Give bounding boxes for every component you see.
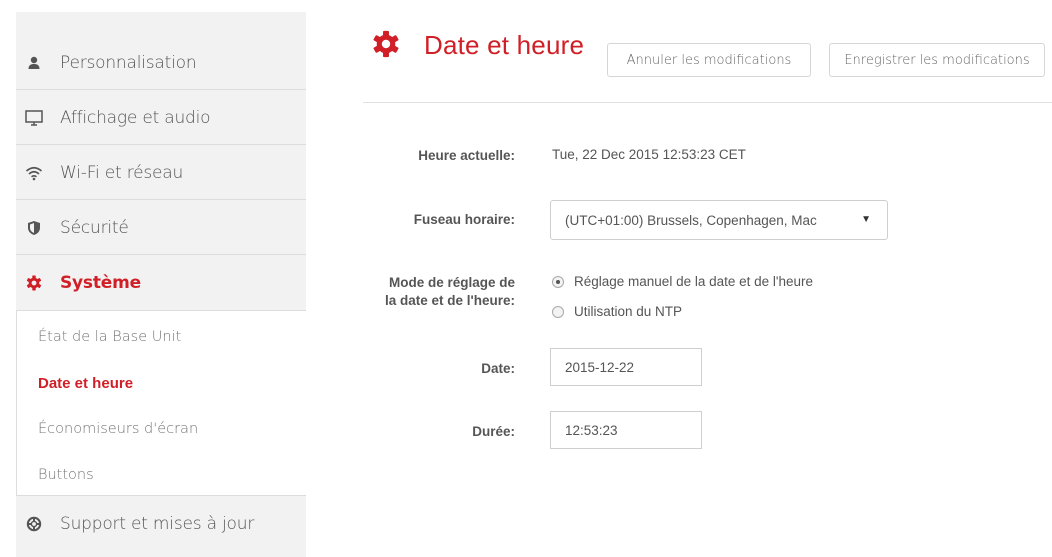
current-time-label: Heure actuelle: [418,148,515,163]
sidebar-item-label: Affichage et audio [60,107,211,128]
gear-icon [372,30,400,58]
header-divider [363,102,1052,103]
lifebuoy-icon [22,516,46,532]
sidebar-item-systeme[interactable]: Système [16,256,306,310]
timezone-select[interactable]: (UTC+01:00) Brussels, Copenhagen, Mac ▼ [550,200,888,240]
systeme-submenu: État de la Base Unit Date et heure Écono… [16,310,306,496]
ntp-option[interactable]: Utilisation du NTP [552,304,682,319]
sidebar-item-label: Support et mises à jour [60,514,255,534]
submenu-item-buttons[interactable]: Buttons [38,467,94,483]
shield-icon [22,220,46,236]
duration-input[interactable] [550,411,702,449]
time-mode-label-line1: Mode de réglage de [388,275,515,290]
dropdown-arrow-icon: ▼ [861,214,871,225]
sidebar-item-label: Système [60,273,141,293]
wifi-icon [22,165,46,181]
radio-button-checked[interactable] [552,275,564,288]
sidebar-item-label: Sécurité [60,217,129,238]
time-mode-label-line2: la date et de l'heure: [385,293,515,308]
sidebar: Personnalisation Affichage et audio Wi-F… [16,12,306,557]
sidebar-item-label: Personnalisation [60,52,197,73]
sidebar-item-securite[interactable]: Sécurité [16,201,306,255]
date-input[interactable] [550,348,702,386]
sidebar-item-support-mises-a-jour[interactable]: Support et mises à jour [16,497,306,551]
page-title: Date et heure [424,30,585,60]
monitor-icon [22,109,46,127]
save-changes-button[interactable]: Enregistrer les modifications [829,43,1045,77]
gear-icon [22,275,46,291]
duration-label: Durée: [472,424,515,439]
date-label: Date: [481,361,515,376]
radio-button-unchecked[interactable] [552,305,564,318]
timezone-selected-value: (UTC+01:00) Brussels, Copenhagen, Mac [565,212,817,228]
sidebar-item-wifi-reseau[interactable]: Wi-Fi et réseau [16,146,306,200]
ntp-option-label: Utilisation du NTP [574,304,683,319]
time-mode-label: Mode de réglage de la date et de l'heure… [385,274,515,310]
manual-time-option[interactable]: Réglage manuel de la date et de l'heure [552,274,813,289]
cancel-changes-button[interactable]: Annuler les modifications [607,43,811,77]
sidebar-item-personnalisation[interactable]: Personnalisation [16,36,306,90]
sidebar-item-label: Wi-Fi et réseau [60,162,184,183]
submenu-item-economiseurs-ecran[interactable]: Économiseurs d'écran [38,421,198,437]
manual-time-option-label: Réglage manuel de la date et de l'heure [574,274,813,289]
submenu-item-etat-base-unit[interactable]: État de la Base Unit [38,329,181,345]
sidebar-item-affichage-audio[interactable]: Affichage et audio [16,91,306,145]
submenu-item-date-heure[interactable]: Date et heure [38,375,133,392]
current-time-value: Tue, 22 Dec 2015 12:53:23 CET [552,147,746,162]
timezone-label: Fuseau horaire: [413,212,515,227]
person-icon [22,55,46,71]
